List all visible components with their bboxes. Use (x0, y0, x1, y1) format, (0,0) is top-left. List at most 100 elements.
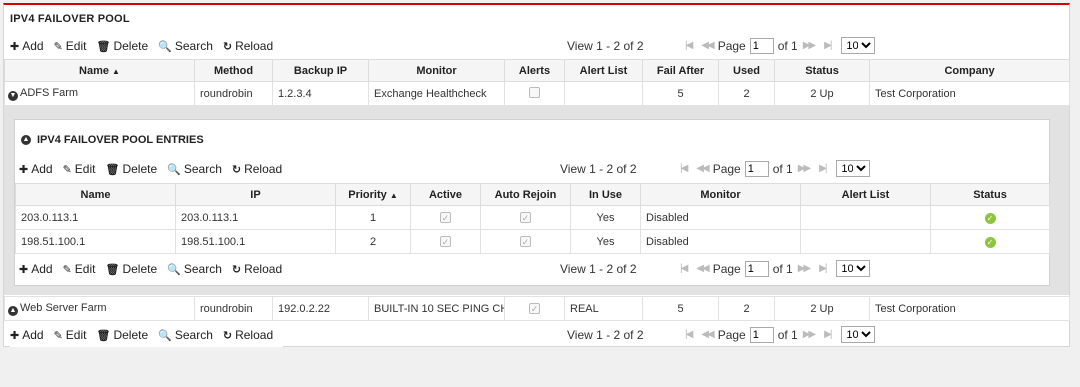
col-alert-list[interactable]: Alert List (800, 183, 931, 206)
col-monitor[interactable]: Monitor (640, 183, 801, 206)
prev-page-icon[interactable]: ◀◀ (696, 163, 709, 174)
next-page-icon[interactable]: ▶▶ (803, 40, 816, 51)
alert-list-cell: REAL (564, 296, 643, 321)
table-row[interactable]: ▲ Web Server Farm roundrobin 192.0.2.22 B… (4, 296, 1070, 321)
reload-button[interactable]: ↻ Reload (223, 39, 273, 53)
col-in-use[interactable]: In Use (570, 183, 641, 206)
edit-button[interactable]: ✎ Edit (63, 262, 96, 276)
plus-icon: ✚ (19, 263, 29, 276)
col-auto-rejoin[interactable]: Auto Rejoin (480, 183, 571, 206)
last-page-icon[interactable]: ▶| (819, 263, 827, 274)
collapse-icon[interactable]: ▲ (8, 305, 18, 316)
method-cell: roundrobin (194, 296, 273, 321)
add-button[interactable]: ✚ Add (19, 162, 53, 176)
expand-icon[interactable]: ▼ (8, 90, 18, 101)
col-status[interactable]: Status (774, 59, 870, 82)
view-count: View 1 - 2 of 2 (567, 328, 644, 342)
first-page-icon[interactable]: |◀ (680, 163, 688, 174)
per-page-select[interactable]: 10 (841, 37, 876, 54)
edit-button[interactable]: ✎ Edit (54, 39, 87, 53)
table-row[interactable]: ▼ ADFS Farm roundrobin 1.2.3.4 Exchange H… (4, 81, 1070, 106)
active-checkbox[interactable]: ✓ (440, 211, 451, 223)
col-backup-ip[interactable]: Backup IP (272, 59, 369, 82)
add-button[interactable]: ✚ Add (19, 262, 53, 276)
next-page-icon[interactable]: ▶▶ (798, 263, 811, 274)
entries-toolbar-bottom: ✚ Add ✎ Edit 🗑 Delete 🔍 Search ↻ Reload (19, 257, 293, 281)
panel-title: IPV4 FAILOVER POOL (10, 13, 130, 25)
first-page-icon[interactable]: |◀ (685, 329, 693, 340)
col-used[interactable]: Used (718, 59, 775, 82)
alerts-checkbox[interactable]: ✓ (529, 302, 540, 314)
delete-button[interactable]: 🗑 Delete (96, 328, 148, 342)
company-cell: Test Corporation (869, 296, 1070, 321)
search-label: Search (174, 328, 213, 342)
prev-page-icon[interactable]: ◀◀ (701, 40, 714, 51)
search-button[interactable]: 🔍 Search (158, 328, 213, 342)
table-row[interactable]: 203.0.113.1 203.0.113.1 1 ✓ ✓ Yes Disabl… (15, 205, 1050, 230)
plus-icon: ✚ (10, 329, 20, 342)
last-page-icon[interactable]: ▶| (824, 329, 832, 340)
pool-name-cell[interactable]: ▼ ADFS Farm (4, 81, 195, 106)
first-page-icon[interactable]: |◀ (680, 263, 688, 274)
col-name[interactable]: Name (15, 183, 176, 206)
last-page-icon[interactable]: ▶| (824, 40, 832, 51)
reload-button[interactable]: ↻ Reload (232, 162, 282, 176)
search-icon: 🔍 (158, 40, 172, 53)
check-circle-icon: ✓ (984, 236, 996, 248)
col-name[interactable]: Name ▲ (4, 59, 195, 82)
first-page-icon[interactable]: |◀ (685, 40, 693, 51)
next-page-icon[interactable]: ▶▶ (803, 329, 816, 340)
search-button[interactable]: 🔍 Search (167, 262, 222, 276)
delete-button[interactable]: 🗑 Delete (105, 262, 157, 276)
pool-name-cell[interactable]: ▲ Web Server Farm (4, 296, 195, 321)
col-status[interactable]: Status (930, 183, 1050, 206)
page-input[interactable] (749, 326, 774, 343)
auto-rejoin-checkbox[interactable]: ✓ (520, 211, 531, 223)
per-page-select[interactable]: 10 (836, 160, 871, 177)
page-input[interactable] (744, 260, 769, 277)
add-button[interactable]: ✚ Add (10, 328, 44, 342)
view-count: View 1 - 2 of 2 (560, 262, 637, 276)
add-button[interactable]: ✚ Add (10, 39, 44, 53)
delete-button[interactable]: 🗑 Delete (105, 162, 157, 176)
col-alert-list[interactable]: Alert List (564, 59, 643, 82)
per-page-select[interactable]: 10 (836, 260, 871, 277)
edit-label: Edit (65, 39, 87, 53)
search-button[interactable]: 🔍 Search (167, 162, 222, 176)
col-monitor[interactable]: Monitor (368, 59, 505, 82)
col-company[interactable]: Company (869, 59, 1070, 82)
pool-name: ADFS Farm (20, 86, 79, 99)
col-alerts[interactable]: Alerts (504, 59, 565, 82)
edit-button[interactable]: ✎ Edit (54, 328, 87, 342)
prev-page-icon[interactable]: ◀◀ (701, 329, 714, 340)
edit-button[interactable]: ✎ Edit (63, 162, 96, 176)
search-label: Search (183, 162, 222, 176)
delete-button[interactable]: 🗑 Delete (96, 39, 148, 53)
add-label: Add (22, 328, 44, 342)
reload-button[interactable]: ↻ Reload (223, 328, 273, 342)
entry-name-cell: 203.0.113.1 (15, 205, 176, 230)
col-priority[interactable]: Priority ▲ (335, 183, 411, 206)
page-input[interactable] (749, 37, 774, 54)
reload-icon: ↻ (231, 263, 242, 276)
collapse-icon[interactable]: ▲ (21, 135, 31, 145)
page-of-label: of 1 (772, 161, 793, 176)
per-page-select[interactable]: 10 (841, 326, 876, 343)
col-ip[interactable]: IP (175, 183, 336, 206)
last-page-icon[interactable]: ▶| (819, 163, 827, 174)
next-page-icon[interactable]: ▶▶ (798, 163, 811, 174)
alerts-checkbox[interactable] (529, 86, 540, 98)
search-button[interactable]: 🔍 Search (158, 39, 213, 53)
prev-page-icon[interactable]: ◀◀ (696, 263, 709, 274)
delete-label: Delete (122, 162, 158, 176)
col-fail-after[interactable]: Fail After (642, 59, 719, 82)
page-input[interactable] (744, 160, 769, 177)
table-row[interactable]: 198.51.100.1 198.51.100.1 2 ✓ ✓ Yes Disa… (15, 229, 1050, 254)
col-active[interactable]: Active (410, 183, 481, 206)
entry-ip-cell: 198.51.100.1 (175, 229, 336, 254)
entries-title[interactable]: ▲ IPV4 FAILOVER POOL ENTRIES (21, 134, 204, 146)
auto-rejoin-checkbox[interactable]: ✓ (520, 235, 531, 247)
col-method[interactable]: Method (194, 59, 273, 82)
reload-button[interactable]: ↻ Reload (232, 262, 282, 276)
active-checkbox[interactable]: ✓ (440, 235, 451, 247)
